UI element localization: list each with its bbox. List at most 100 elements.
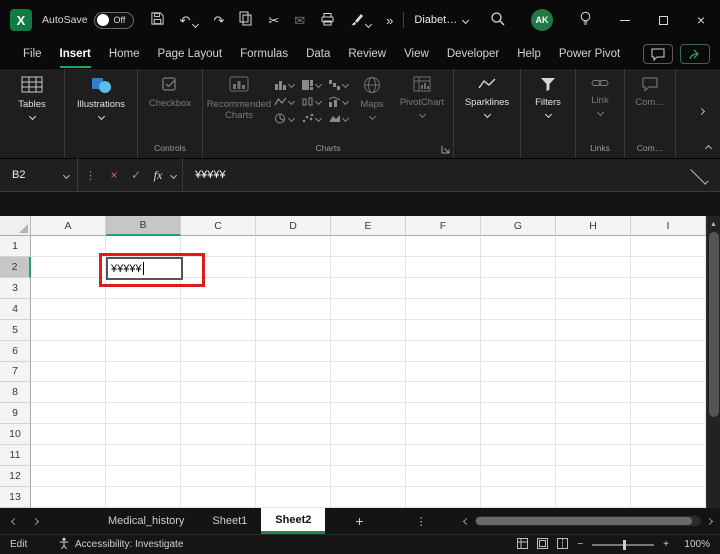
cell-E3[interactable]	[331, 277, 406, 299]
cell-H7[interactable]	[556, 361, 631, 383]
cell-G11[interactable]	[481, 445, 556, 467]
ribbon-tab-file[interactable]: File	[14, 40, 51, 68]
cell-H3[interactable]	[556, 277, 631, 299]
cell-I4[interactable]	[631, 298, 706, 320]
cell-F12[interactable]	[406, 466, 481, 488]
cell-D11[interactable]	[256, 445, 331, 467]
redo-button[interactable]: ↷	[213, 14, 224, 27]
row-header-7[interactable]: 7	[0, 361, 31, 383]
cell-B4[interactable]	[106, 298, 181, 320]
cell-C4[interactable]	[181, 298, 256, 320]
cell-G1[interactable]	[481, 236, 556, 257]
prev-sheet-icon[interactable]	[10, 517, 19, 525]
cell-B8[interactable]	[106, 382, 181, 404]
cell-I1[interactable]	[631, 236, 706, 257]
cell-C10[interactable]	[181, 424, 256, 446]
scroll-right-icon[interactable]	[705, 517, 714, 525]
next-sheet-icon[interactable]	[31, 517, 40, 525]
row-header-12[interactable]: 12	[0, 466, 31, 488]
row-header-13[interactable]: 13	[0, 487, 31, 508]
cell-I7[interactable]	[631, 361, 706, 383]
cell-A3[interactable]	[31, 277, 106, 299]
cell-I2[interactable]	[631, 256, 706, 278]
column-header-D[interactable]: D	[256, 216, 331, 236]
column-header-C[interactable]: C	[181, 216, 256, 236]
cell-H9[interactable]	[556, 403, 631, 425]
cell-I11[interactable]	[631, 445, 706, 467]
cell-B9[interactable]	[106, 403, 181, 425]
sheet-tab-sheet1[interactable]: Sheet1	[198, 508, 261, 534]
cell-I13[interactable]	[631, 487, 706, 508]
cell-G13[interactable]	[481, 487, 556, 508]
ribbon-tab-insert[interactable]: Insert	[51, 40, 100, 68]
cell-H12[interactable]	[556, 466, 631, 488]
cell-G5[interactable]	[481, 319, 556, 341]
formula-input[interactable]: ¥¥¥¥¥	[182, 158, 689, 192]
recommended-charts-button[interactable]: Recommended Charts	[207, 71, 271, 122]
cell-E2[interactable]	[331, 256, 406, 278]
cell-C9[interactable]	[181, 403, 256, 425]
row-header-3[interactable]: 3	[0, 277, 31, 299]
cell-D6[interactable]	[256, 340, 331, 362]
combo-chart-icon[interactable]	[328, 96, 350, 107]
cell-D10[interactable]	[256, 424, 331, 446]
column-header-G[interactable]: G	[481, 216, 556, 236]
cell-A11[interactable]	[31, 445, 106, 467]
cell-D12[interactable]	[256, 466, 331, 488]
cell-E9[interactable]	[331, 403, 406, 425]
cell-A13[interactable]	[31, 487, 106, 508]
ribbon-tab-page-layout[interactable]: Page Layout	[149, 40, 232, 68]
accept-icon[interactable]: ✓	[125, 168, 147, 182]
zoom-slider-knob[interactable]	[623, 539, 627, 550]
cell-A1[interactable]	[31, 236, 106, 257]
minimize-button[interactable]	[606, 0, 644, 40]
cell-A6[interactable]	[31, 340, 106, 362]
cell-E11[interactable]	[331, 445, 406, 467]
cell-B13[interactable]	[106, 487, 181, 508]
page-break-view-icon[interactable]	[557, 537, 569, 552]
zoom-in-icon[interactable]: +	[663, 539, 669, 550]
cell-E5[interactable]	[331, 319, 406, 341]
row-header-9[interactable]: 9	[0, 403, 31, 425]
cell-G3[interactable]	[481, 277, 556, 299]
cell-F6[interactable]	[406, 340, 481, 362]
cell-G12[interactable]	[481, 466, 556, 488]
horizontal-scroll-thumb[interactable]	[476, 517, 692, 525]
zoom-level[interactable]: 100%	[680, 539, 710, 550]
cell-D3[interactable]	[256, 277, 331, 299]
ribbon-tab-formulas[interactable]: Formulas	[231, 40, 297, 68]
statistic-chart-icon[interactable]	[301, 96, 323, 107]
cell-A8[interactable]	[31, 382, 106, 404]
cell-H10[interactable]	[556, 424, 631, 446]
cell-D4[interactable]	[256, 298, 331, 320]
hierarchy-chart-icon[interactable]	[301, 79, 323, 90]
autosave-control[interactable]: AutoSave Off	[42, 11, 134, 29]
checkbox-button[interactable]: Checkbox	[143, 71, 197, 110]
cell-H5[interactable]	[556, 319, 631, 341]
cell-B10[interactable]	[106, 424, 181, 446]
function-dropdown-icon[interactable]	[169, 171, 178, 179]
cell-F9[interactable]	[406, 403, 481, 425]
maximize-button[interactable]	[644, 0, 682, 40]
row-header-5[interactable]: 5	[0, 319, 31, 341]
close-button[interactable]: ×	[682, 0, 720, 40]
cell-A4[interactable]	[31, 298, 106, 320]
tables-button[interactable]: Tables	[5, 71, 59, 120]
cell-A5[interactable]	[31, 319, 106, 341]
ribbon-tab-developer[interactable]: Developer	[438, 40, 508, 68]
ribbon-overflow-icon[interactable]	[697, 107, 706, 116]
copy-icon[interactable]	[239, 11, 253, 29]
select-all-corner[interactable]	[0, 216, 31, 236]
column-chart-icon[interactable]	[274, 79, 296, 90]
vertical-scroll-thumb[interactable]	[708, 232, 719, 417]
ribbon-tab-help[interactable]: Help	[508, 40, 550, 68]
column-header-E[interactable]: E	[331, 216, 406, 236]
cell-B7[interactable]	[106, 361, 181, 383]
cell-C5[interactable]	[181, 319, 256, 341]
cell-E10[interactable]	[331, 424, 406, 446]
sheet-tab-sheet2[interactable]: Sheet2	[261, 508, 326, 534]
cell-E7[interactable]	[331, 361, 406, 383]
cell-F4[interactable]	[406, 298, 481, 320]
normal-view-icon[interactable]	[517, 537, 529, 552]
cell-E4[interactable]	[331, 298, 406, 320]
